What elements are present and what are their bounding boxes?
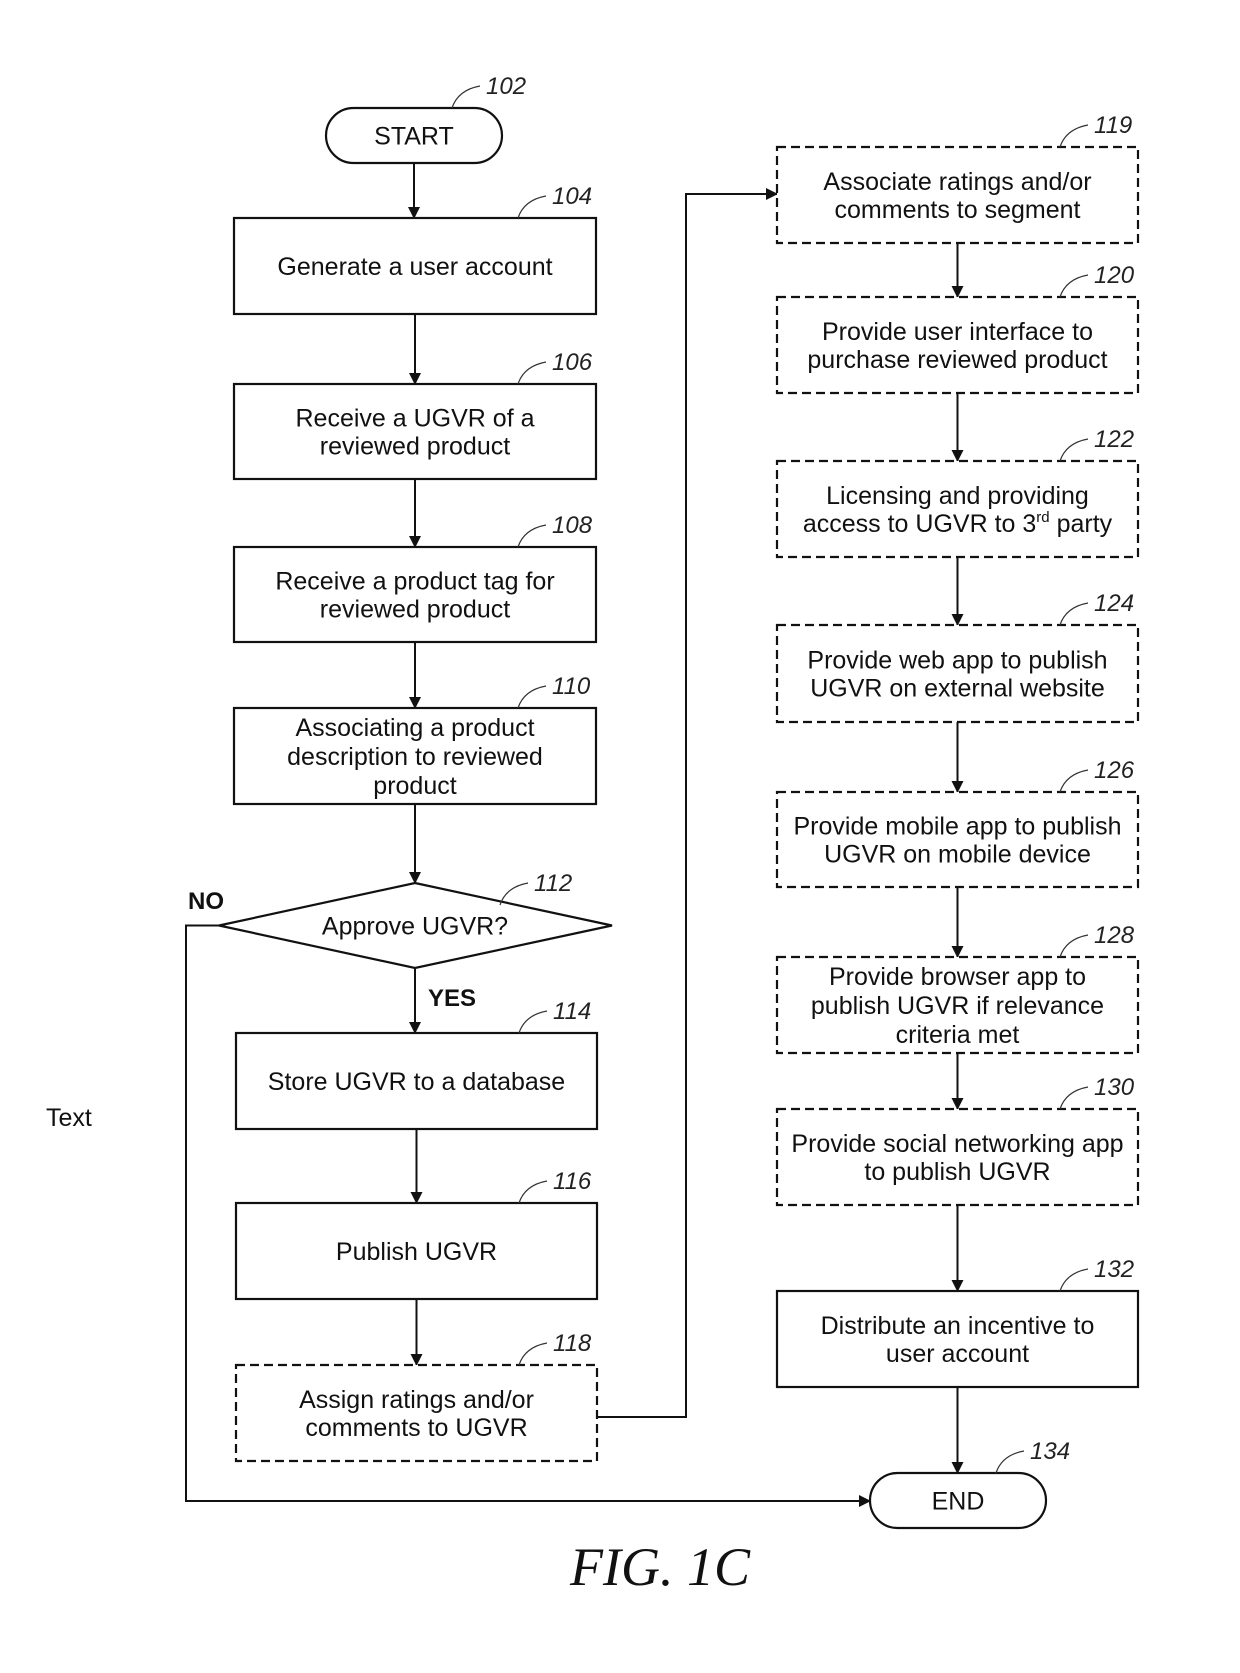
- ref-numeral: 104: [552, 183, 592, 210]
- ref-numeral: 110: [552, 673, 591, 700]
- node-label: Approve UGVR?: [322, 913, 508, 941]
- node-119: Associate ratings and/orcomments to segm…: [775, 112, 1140, 245]
- node-label: publish UGVR if relevance: [811, 992, 1104, 1020]
- yes-label: YES: [428, 985, 476, 1012]
- node-label: Publish UGVR: [336, 1238, 497, 1266]
- node-label: description to reviewed: [287, 743, 543, 771]
- node-label: Store UGVR to a database: [268, 1068, 565, 1096]
- ref-leader-line: [1059, 934, 1089, 958]
- ref-numeral: 114: [553, 998, 591, 1025]
- ref-numeral: 134: [1030, 1438, 1070, 1465]
- node-label: Provide web app to publish: [807, 647, 1107, 675]
- node-label: to publish UGVR: [864, 1158, 1050, 1186]
- node-label: Provide browser app to: [829, 963, 1086, 991]
- ref-leader-line: [518, 1010, 548, 1034]
- ref-numeral: 118: [553, 1330, 592, 1357]
- ref-leader-line: [517, 361, 547, 385]
- node-label: Provide mobile app to publish: [794, 813, 1122, 841]
- side-text-label: Text: [46, 1104, 92, 1132]
- node-134: END 134: [868, 1438, 1070, 1530]
- node-label: comments to UGVR: [305, 1414, 527, 1442]
- ref-leader-line: [1059, 438, 1089, 462]
- node-label: Generate a user account: [277, 253, 552, 281]
- ref-numeral: 108: [552, 512, 593, 539]
- node-114: Store UGVR to a database 114: [234, 998, 599, 1131]
- node-label: Receive a product tag for: [275, 568, 554, 596]
- ref-numeral: 130: [1094, 1074, 1135, 1101]
- node-label: Assign ratings and/or: [299, 1386, 534, 1414]
- ref-numeral: 120: [1094, 262, 1135, 289]
- ref-leader-line: [1059, 1086, 1089, 1110]
- nodes: START 102 Generate a user account 104 Receiv…: [218, 73, 1140, 1530]
- ref-numeral: 119: [1094, 112, 1132, 139]
- node-label: Provide social networking app: [791, 1130, 1123, 1158]
- node-label: criteria met: [896, 1021, 1020, 1049]
- node-label: Receive a UGVR of a: [296, 405, 535, 433]
- node-label: UGVR on mobile device: [824, 841, 1091, 869]
- ref-numeral: 128: [1094, 922, 1135, 949]
- ref-numeral: 106: [552, 349, 593, 376]
- ref-leader-line: [1059, 124, 1089, 148]
- node-label: Distribute an incentive to: [821, 1312, 1095, 1340]
- flowchart: START 102 Generate a user account 104 Receiv…: [46, 73, 1140, 1597]
- ref-numeral: 122: [1094, 426, 1134, 453]
- figure-caption: FIG. 1C: [569, 1537, 751, 1597]
- node-label: user account: [886, 1340, 1029, 1368]
- edge-118-to-119: [597, 188, 778, 1418]
- ref-leader-line: [1059, 274, 1089, 298]
- ref-leader-line: [1059, 769, 1089, 793]
- ref-leader-line: [518, 1342, 548, 1366]
- ref-leader-line: [517, 195, 547, 219]
- node-label: access to UGVR to 3rd party: [803, 509, 1113, 538]
- node-102: START 102: [324, 73, 526, 165]
- node-label: UGVR on external website: [810, 675, 1105, 703]
- node-label: Licensing and providing: [826, 482, 1089, 510]
- node-label: purchase reviewed product: [807, 346, 1107, 374]
- ref-numeral: 132: [1094, 1256, 1134, 1283]
- ref-numeral: 124: [1094, 590, 1134, 617]
- ref-numeral: 112: [534, 870, 572, 897]
- node-label: Associate ratings and/or: [823, 168, 1091, 196]
- ref-leader-line: [518, 1180, 548, 1204]
- node-label: comments to segment: [835, 196, 1081, 224]
- ref-leader-line: [517, 685, 547, 709]
- node-label: Associating a product: [295, 714, 534, 742]
- node-label: Provide user interface to: [822, 318, 1093, 346]
- ref-leader-line: [1059, 602, 1089, 626]
- ref-numeral: 116: [553, 1168, 592, 1195]
- ref-numeral: 126: [1094, 757, 1135, 784]
- ref-numeral: 102: [486, 73, 526, 100]
- node-label: reviewed product: [320, 596, 510, 624]
- ref-leader-line: [451, 85, 481, 109]
- node-label: END: [932, 1488, 985, 1516]
- node-label: START: [374, 123, 454, 151]
- node-label: reviewed product: [320, 433, 510, 461]
- ref-leader-line: [995, 1450, 1025, 1474]
- ref-leader-line: [1059, 1268, 1089, 1292]
- node-label: product: [373, 772, 456, 800]
- ref-leader-line: [517, 524, 547, 548]
- node-112: Approve UGVR? 112: [218, 870, 613, 970]
- no-label: NO: [188, 888, 224, 915]
